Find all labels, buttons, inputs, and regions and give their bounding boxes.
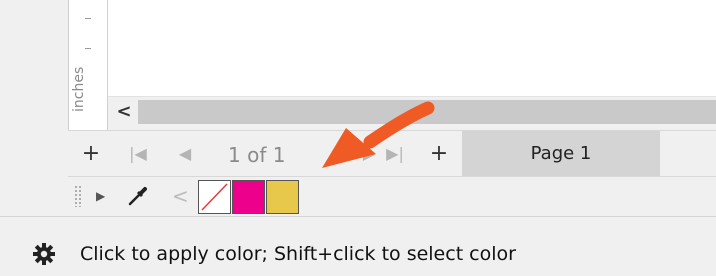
ruler-unit-label: inches (71, 66, 87, 112)
add-page-after-button[interactable]: + (424, 139, 454, 169)
palette-expand-icon[interactable]: ▶ (96, 186, 108, 206)
drawing-canvas[interactable] (108, 0, 716, 96)
swatch-magenta[interactable] (232, 180, 265, 214)
palette-grip-handle[interactable] (74, 185, 82, 207)
ruler-tick (85, 18, 91, 19)
swatch-yellow[interactable] (266, 180, 299, 214)
previous-page-button[interactable]: ◀ (170, 139, 200, 169)
horizontal-scrollbar[interactable]: < (108, 96, 716, 126)
last-page-button[interactable]: ▶| (378, 139, 412, 169)
scroll-left-button[interactable]: < (112, 99, 136, 125)
swatch-no-color[interactable] (198, 180, 231, 214)
tab-page-1[interactable]: Page 1 (462, 131, 660, 177)
eyedropper-icon[interactable] (126, 184, 150, 208)
palette-scroll-left-button[interactable]: < (172, 183, 189, 209)
add-page-before-button[interactable]: + (76, 139, 106, 169)
scroll-thumb[interactable] (138, 100, 716, 124)
page-navigator: + |◀ ◀ 1 of 1 ▶ ▶| + Page 1 (68, 130, 716, 177)
vertical-ruler: inches (68, 0, 108, 130)
gear-icon[interactable] (32, 242, 56, 266)
page-count: 1 of 1 (228, 143, 286, 167)
left-gutter (0, 0, 68, 209)
first-page-button[interactable]: |◀ (122, 139, 154, 169)
document-palette: ▶ < (68, 176, 716, 216)
status-message: Click to apply color; Shift+click to sel… (80, 243, 516, 265)
ruler-tick (85, 48, 91, 49)
status-bar: Click to apply color; Shift+click to sel… (0, 217, 716, 276)
